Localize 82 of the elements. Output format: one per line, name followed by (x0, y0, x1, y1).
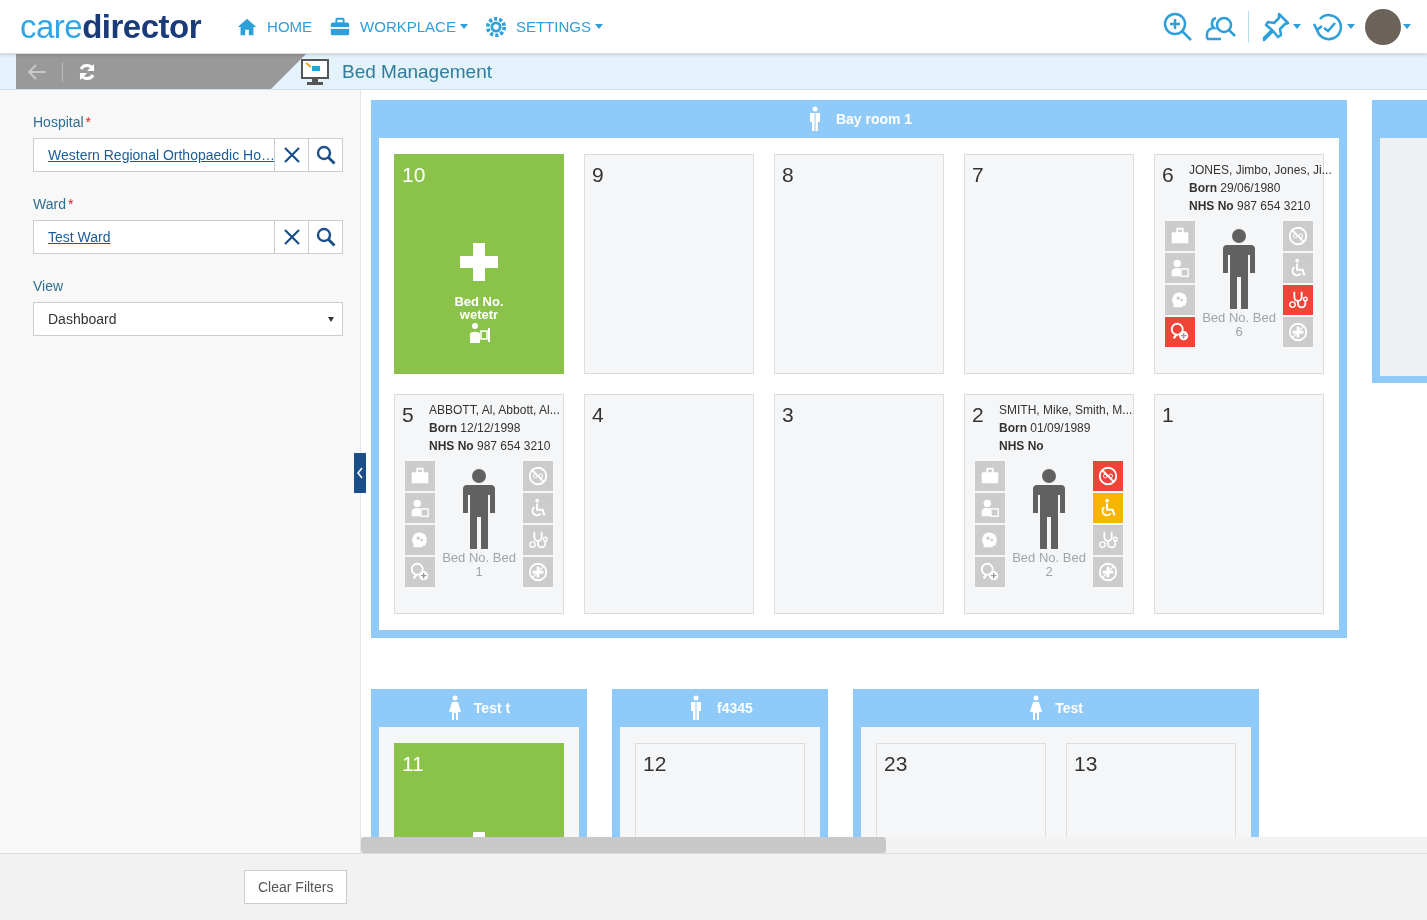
zoom-in-icon[interactable] (1162, 10, 1194, 43)
bed-number: 4 (592, 403, 604, 427)
required-mark: * (67, 196, 74, 212)
bed-number: 10 (402, 163, 426, 187)
nhs-number: 987 654 3210 (477, 439, 551, 453)
bed-label: 1 (474, 565, 484, 579)
bed-number: 7 (972, 163, 984, 187)
gear-icon (483, 15, 508, 38)
person-icon (1032, 469, 1066, 549)
close-icon (282, 228, 301, 246)
bed-number: 1 (1162, 403, 1174, 427)
collapse-button[interactable] (354, 453, 366, 493)
empty-bed-card[interactable]: 4 (584, 394, 754, 614)
field-label: NHS No (429, 439, 474, 453)
person-icon (1222, 229, 1256, 309)
refresh-icon[interactable] (77, 61, 97, 82)
person-icon (462, 469, 496, 549)
date-of-birth: 29/06/1980 (1220, 181, 1281, 195)
bed-label: 6 (1234, 325, 1244, 339)
bed-number: 5 (402, 403, 414, 427)
bed-number: 2 (972, 403, 984, 427)
lookup-field[interactable]: Test Ward (33, 220, 343, 254)
back-arrow-icon[interactable] (26, 61, 48, 82)
monitor-icon (300, 57, 330, 86)
bed-label: Bed No. Bed (442, 551, 516, 565)
empty-bed-card[interactable]: 23 (876, 743, 1046, 837)
bay-name: Bay room 1 (835, 111, 913, 127)
date-of-birth: 01/09/1989 (1030, 421, 1091, 435)
bed-number: 3 (782, 403, 794, 427)
bed-number: 23 (884, 752, 908, 776)
bay-name: Test (1055, 700, 1083, 716)
field-label: View (33, 278, 64, 294)
empty-bed-card[interactable]: 8 (774, 154, 944, 374)
required-mark: * (85, 114, 92, 130)
search-icon (315, 145, 336, 165)
bed-number: 12 (643, 752, 667, 776)
clear-filters-button[interactable]: Clear Filters (244, 870, 348, 904)
empty-bed-card[interactable]: 1 (1154, 394, 1324, 614)
bed-label: Bed No. Bed (1012, 551, 1086, 565)
avatar-photo[interactable] (1365, 8, 1401, 45)
woman-icon (1029, 695, 1044, 721)
bed-name: wetetr (459, 308, 499, 323)
field-label: NHS No (999, 439, 1044, 453)
bed-label: Bed No. (454, 295, 504, 308)
field-label: Hospital (33, 114, 84, 130)
bed-number: 9 (592, 163, 604, 187)
bed-number: 11 (402, 752, 424, 776)
plus-icon (460, 243, 498, 281)
patient-name: SMITH, Mike, Smith, M... (999, 402, 1133, 419)
bed-label: Bed No. Bed (1202, 311, 1276, 325)
logo[interactable]: caredirector (20, 7, 202, 46)
bay-name: Test t (473, 700, 511, 716)
woman-icon (447, 695, 462, 721)
date-of-birth: 12/12/1998 (460, 421, 521, 435)
empty-bed-card[interactable]: 3 (774, 394, 944, 614)
chevron-left-icon (356, 467, 364, 479)
patient-name: ABBOTT, Al, Abbott, Al... (429, 402, 560, 419)
field-label: Born (1189, 181, 1217, 195)
occupied-bed-card[interactable]: 2 SMITH, Mike, Smith, M... Born 01/09/1989 NHS No Bed No. Bed 2 (964, 394, 1134, 614)
empty-bed-card[interactable]: 9 (584, 154, 754, 374)
page-title: Bed Management (342, 60, 492, 83)
view-dropdown[interactable]: Dashboard (33, 302, 343, 336)
field-label: Born (429, 421, 457, 435)
close-icon (282, 146, 301, 164)
bed-number: 8 (782, 163, 794, 187)
empty-bed-card[interactable]: 13 (1066, 743, 1236, 837)
lookup-field[interactable]: Western Regional Orthopaedic Ho… (33, 138, 343, 172)
field-label: Born (999, 421, 1027, 435)
occupied-bed-card[interactable]: 5 ABBOTT, Al, Abbott, Al... Born 12/12/1998 NHS No 987 654 3210 Bed No. Bed 1 (394, 394, 564, 614)
empty-bed-card[interactable]: 7 (964, 154, 1134, 374)
bed-label: 2 (1044, 565, 1054, 579)
scrollbar-thumb[interactable] (361, 837, 886, 853)
nhs-number: 987 654 3210 (1237, 199, 1311, 213)
field-label: Ward (33, 196, 66, 212)
field-label: NHS No (1189, 199, 1234, 213)
people-icon (467, 322, 491, 345)
bed-number: 13 (1074, 752, 1098, 776)
search-icon (315, 227, 336, 247)
bed-number: 6 (1162, 163, 1174, 187)
empty-bed-card[interactable]: 12 (635, 743, 805, 837)
bay-name: f4345 (717, 700, 753, 716)
patient-name: JONES, Jimbo, Jones, Ji... (1189, 162, 1332, 179)
